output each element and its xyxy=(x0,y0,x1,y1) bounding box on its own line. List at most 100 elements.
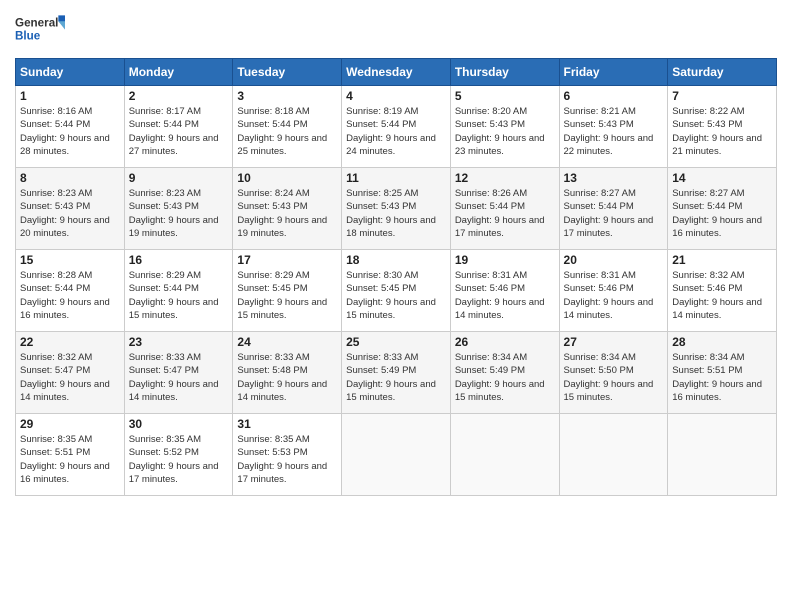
calendar-header-row: SundayMondayTuesdayWednesdayThursdayFrid… xyxy=(16,59,777,86)
day-number: 6 xyxy=(564,89,664,103)
day-info: Sunrise: 8:35 AM Sunset: 5:52 PM Dayligh… xyxy=(129,433,229,486)
day-number: 30 xyxy=(129,417,229,431)
day-info: Sunrise: 8:26 AM Sunset: 5:44 PM Dayligh… xyxy=(455,187,555,240)
day-number: 3 xyxy=(237,89,337,103)
calendar-cell: 26 Sunrise: 8:34 AM Sunset: 5:49 PM Dayl… xyxy=(450,332,559,414)
day-info: Sunrise: 8:33 AM Sunset: 5:48 PM Dayligh… xyxy=(237,351,337,404)
day-number: 2 xyxy=(129,89,229,103)
day-info: Sunrise: 8:17 AM Sunset: 5:44 PM Dayligh… xyxy=(129,105,229,158)
calendar-cell xyxy=(559,414,668,496)
day-number: 19 xyxy=(455,253,555,267)
day-number: 4 xyxy=(346,89,446,103)
day-number: 5 xyxy=(455,89,555,103)
day-info: Sunrise: 8:33 AM Sunset: 5:49 PM Dayligh… xyxy=(346,351,446,404)
calendar-cell: 28 Sunrise: 8:34 AM Sunset: 5:51 PM Dayl… xyxy=(668,332,777,414)
day-number: 23 xyxy=(129,335,229,349)
day-number: 25 xyxy=(346,335,446,349)
header: General Blue xyxy=(15,10,777,50)
header-friday: Friday xyxy=(559,59,668,86)
day-number: 22 xyxy=(20,335,120,349)
day-number: 18 xyxy=(346,253,446,267)
day-number: 15 xyxy=(20,253,120,267)
day-info: Sunrise: 8:22 AM Sunset: 5:43 PM Dayligh… xyxy=(672,105,772,158)
day-info: Sunrise: 8:27 AM Sunset: 5:44 PM Dayligh… xyxy=(564,187,664,240)
day-number: 20 xyxy=(564,253,664,267)
calendar-cell: 6 Sunrise: 8:21 AM Sunset: 5:43 PM Dayli… xyxy=(559,86,668,168)
week-row-2: 8 Sunrise: 8:23 AM Sunset: 5:43 PM Dayli… xyxy=(16,168,777,250)
day-info: Sunrise: 8:21 AM Sunset: 5:43 PM Dayligh… xyxy=(564,105,664,158)
day-info: Sunrise: 8:31 AM Sunset: 5:46 PM Dayligh… xyxy=(455,269,555,322)
calendar-cell: 30 Sunrise: 8:35 AM Sunset: 5:52 PM Dayl… xyxy=(124,414,233,496)
calendar-cell: 5 Sunrise: 8:20 AM Sunset: 5:43 PM Dayli… xyxy=(450,86,559,168)
svg-text:Blue: Blue xyxy=(15,30,41,43)
day-number: 31 xyxy=(237,417,337,431)
day-number: 27 xyxy=(564,335,664,349)
calendar-cell: 7 Sunrise: 8:22 AM Sunset: 5:43 PM Dayli… xyxy=(668,86,777,168)
day-info: Sunrise: 8:32 AM Sunset: 5:46 PM Dayligh… xyxy=(672,269,772,322)
day-info: Sunrise: 8:29 AM Sunset: 5:44 PM Dayligh… xyxy=(129,269,229,322)
day-number: 13 xyxy=(564,171,664,185)
calendar-cell: 24 Sunrise: 8:33 AM Sunset: 5:48 PM Dayl… xyxy=(233,332,342,414)
calendar-cell: 21 Sunrise: 8:32 AM Sunset: 5:46 PM Dayl… xyxy=(668,250,777,332)
page: General Blue SundayMondayTuesdayWednesda… xyxy=(0,0,792,612)
calendar-cell: 3 Sunrise: 8:18 AM Sunset: 5:44 PM Dayli… xyxy=(233,86,342,168)
day-info: Sunrise: 8:24 AM Sunset: 5:43 PM Dayligh… xyxy=(237,187,337,240)
calendar-cell xyxy=(342,414,451,496)
header-thursday: Thursday xyxy=(450,59,559,86)
calendar-cell: 15 Sunrise: 8:28 AM Sunset: 5:44 PM Dayl… xyxy=(16,250,125,332)
week-row-4: 22 Sunrise: 8:32 AM Sunset: 5:47 PM Dayl… xyxy=(16,332,777,414)
day-number: 21 xyxy=(672,253,772,267)
day-info: Sunrise: 8:34 AM Sunset: 5:51 PM Dayligh… xyxy=(672,351,772,404)
calendar-cell: 19 Sunrise: 8:31 AM Sunset: 5:46 PM Dayl… xyxy=(450,250,559,332)
day-number: 7 xyxy=(672,89,772,103)
day-number: 16 xyxy=(129,253,229,267)
calendar-cell: 27 Sunrise: 8:34 AM Sunset: 5:50 PM Dayl… xyxy=(559,332,668,414)
day-number: 26 xyxy=(455,335,555,349)
day-info: Sunrise: 8:27 AM Sunset: 5:44 PM Dayligh… xyxy=(672,187,772,240)
calendar-cell: 17 Sunrise: 8:29 AM Sunset: 5:45 PM Dayl… xyxy=(233,250,342,332)
day-number: 14 xyxy=(672,171,772,185)
calendar-cell: 10 Sunrise: 8:24 AM Sunset: 5:43 PM Dayl… xyxy=(233,168,342,250)
day-info: Sunrise: 8:16 AM Sunset: 5:44 PM Dayligh… xyxy=(20,105,120,158)
calendar-cell: 8 Sunrise: 8:23 AM Sunset: 5:43 PM Dayli… xyxy=(16,168,125,250)
header-saturday: Saturday xyxy=(668,59,777,86)
calendar-cell: 18 Sunrise: 8:30 AM Sunset: 5:45 PM Dayl… xyxy=(342,250,451,332)
day-info: Sunrise: 8:18 AM Sunset: 5:44 PM Dayligh… xyxy=(237,105,337,158)
calendar-cell: 31 Sunrise: 8:35 AM Sunset: 5:53 PM Dayl… xyxy=(233,414,342,496)
day-info: Sunrise: 8:28 AM Sunset: 5:44 PM Dayligh… xyxy=(20,269,120,322)
header-monday: Monday xyxy=(124,59,233,86)
day-info: Sunrise: 8:30 AM Sunset: 5:45 PM Dayligh… xyxy=(346,269,446,322)
logo-icon: General Blue xyxy=(15,10,65,50)
week-row-5: 29 Sunrise: 8:35 AM Sunset: 5:51 PM Dayl… xyxy=(16,414,777,496)
day-info: Sunrise: 8:35 AM Sunset: 5:51 PM Dayligh… xyxy=(20,433,120,486)
calendar-cell: 16 Sunrise: 8:29 AM Sunset: 5:44 PM Dayl… xyxy=(124,250,233,332)
day-number: 8 xyxy=(20,171,120,185)
day-info: Sunrise: 8:20 AM Sunset: 5:43 PM Dayligh… xyxy=(455,105,555,158)
calendar-cell: 9 Sunrise: 8:23 AM Sunset: 5:43 PM Dayli… xyxy=(124,168,233,250)
header-tuesday: Tuesday xyxy=(233,59,342,86)
calendar-cell: 4 Sunrise: 8:19 AM Sunset: 5:44 PM Dayli… xyxy=(342,86,451,168)
header-sunday: Sunday xyxy=(16,59,125,86)
day-info: Sunrise: 8:25 AM Sunset: 5:43 PM Dayligh… xyxy=(346,187,446,240)
calendar-cell: 1 Sunrise: 8:16 AM Sunset: 5:44 PM Dayli… xyxy=(16,86,125,168)
day-number: 10 xyxy=(237,171,337,185)
day-info: Sunrise: 8:19 AM Sunset: 5:44 PM Dayligh… xyxy=(346,105,446,158)
header-wednesday: Wednesday xyxy=(342,59,451,86)
calendar-cell: 13 Sunrise: 8:27 AM Sunset: 5:44 PM Dayl… xyxy=(559,168,668,250)
calendar-cell: 20 Sunrise: 8:31 AM Sunset: 5:46 PM Dayl… xyxy=(559,250,668,332)
day-info: Sunrise: 8:34 AM Sunset: 5:50 PM Dayligh… xyxy=(564,351,664,404)
logo: General Blue xyxy=(15,10,65,50)
calendar-table: SundayMondayTuesdayWednesdayThursdayFrid… xyxy=(15,58,777,496)
day-info: Sunrise: 8:32 AM Sunset: 5:47 PM Dayligh… xyxy=(20,351,120,404)
calendar-cell: 29 Sunrise: 8:35 AM Sunset: 5:51 PM Dayl… xyxy=(16,414,125,496)
calendar-cell: 25 Sunrise: 8:33 AM Sunset: 5:49 PM Dayl… xyxy=(342,332,451,414)
calendar-cell: 14 Sunrise: 8:27 AM Sunset: 5:44 PM Dayl… xyxy=(668,168,777,250)
calendar-cell: 23 Sunrise: 8:33 AM Sunset: 5:47 PM Dayl… xyxy=(124,332,233,414)
day-info: Sunrise: 8:23 AM Sunset: 5:43 PM Dayligh… xyxy=(129,187,229,240)
day-info: Sunrise: 8:33 AM Sunset: 5:47 PM Dayligh… xyxy=(129,351,229,404)
day-number: 12 xyxy=(455,171,555,185)
calendar-cell: 11 Sunrise: 8:25 AM Sunset: 5:43 PM Dayl… xyxy=(342,168,451,250)
day-info: Sunrise: 8:35 AM Sunset: 5:53 PM Dayligh… xyxy=(237,433,337,486)
week-row-1: 1 Sunrise: 8:16 AM Sunset: 5:44 PM Dayli… xyxy=(16,86,777,168)
week-row-3: 15 Sunrise: 8:28 AM Sunset: 5:44 PM Dayl… xyxy=(16,250,777,332)
